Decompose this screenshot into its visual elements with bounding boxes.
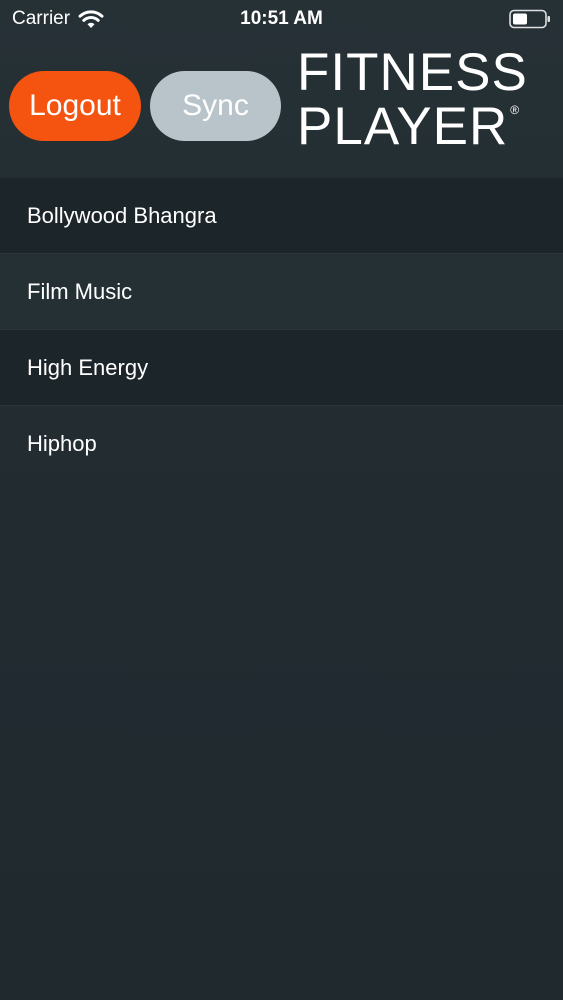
logo-line-2-text: PLAYER	[297, 97, 509, 156]
logo-line-1: FITNESS	[297, 43, 528, 102]
fitness-player-logo: FITNESS PLAYER ®	[297, 46, 549, 153]
list-item-label: Hiphop	[27, 431, 97, 456]
status-bar: Carrier 10:51 AM	[0, 0, 563, 40]
app-header: Logout Sync FITNESS PLAYER ®	[0, 40, 563, 178]
list-item-label: Film Music	[27, 278, 133, 304]
list-item[interactable]: High Energy	[0, 330, 563, 406]
logo-line-2: PLAYER ®	[297, 100, 549, 153]
list-item-label: High Energy	[27, 354, 149, 380]
battery-icon	[509, 9, 550, 29]
app-screen: Carrier 10:51 AM Logout Sync FITNESS PLA…	[0, 0, 563, 1000]
list-item-label: Bollywood Bhangra	[27, 202, 217, 228]
logout-button[interactable]: Logout	[9, 71, 141, 141]
list-item[interactable]: Hiphop	[0, 406, 563, 482]
playlist-list: Bollywood Bhangra Film Music High Energy…	[0, 178, 563, 482]
status-time: 10:51 AM	[240, 8, 323, 29]
registered-mark: ®	[510, 103, 521, 117]
sync-button[interactable]: Sync	[150, 71, 281, 141]
list-item[interactable]: Bollywood Bhangra	[0, 178, 563, 254]
list-item[interactable]: Film Music	[0, 254, 563, 330]
